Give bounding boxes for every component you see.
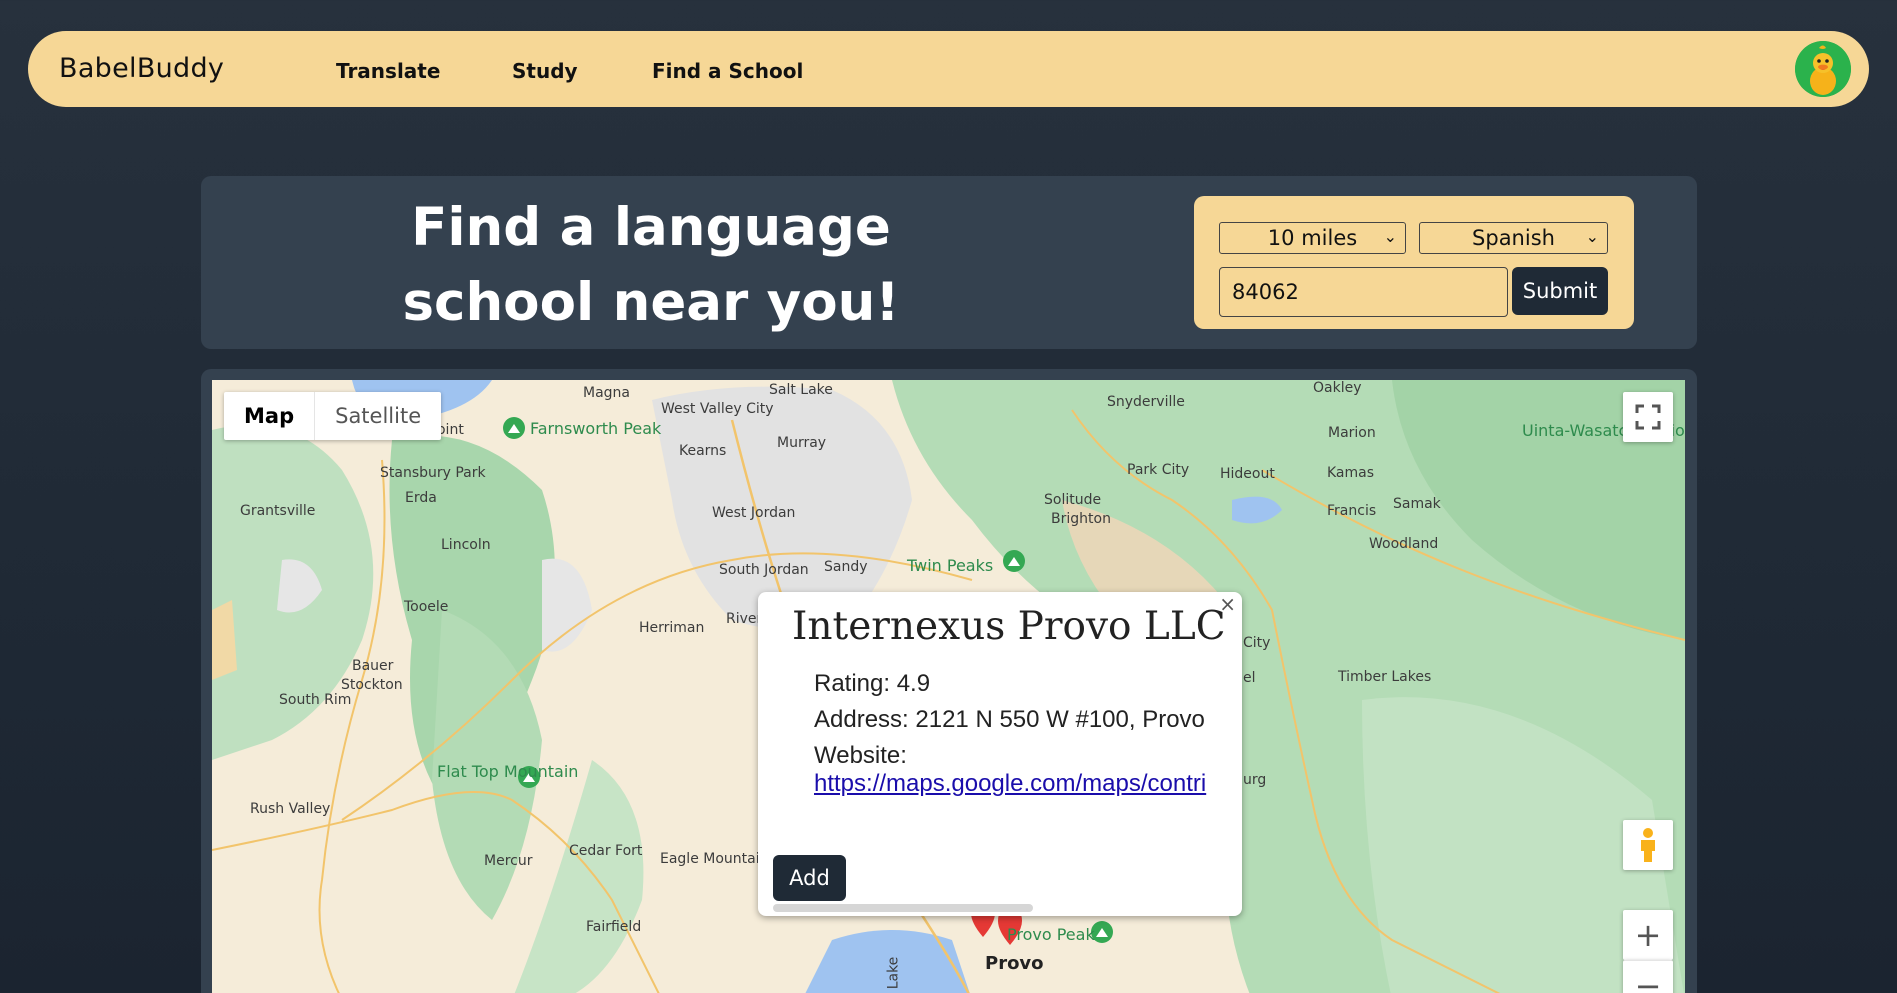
- map-label: urg: [1243, 772, 1267, 788]
- map-label: el: [1243, 670, 1256, 686]
- map-label: Rush Valley: [250, 801, 331, 817]
- map-label: Flat Top Mountain: [437, 762, 579, 781]
- map-label: Bauer: [352, 658, 394, 674]
- school-address: Address: 2121 N 550 W #100, Provo: [814, 706, 1234, 734]
- fullscreen-icon: [1635, 404, 1661, 430]
- map-label: Provo Peak: [1007, 925, 1095, 944]
- map-label: Provo: [985, 953, 1044, 974]
- zoom-in-button[interactable]: +: [1623, 910, 1673, 960]
- map-type-control: Map Satellite: [224, 392, 442, 440]
- map-label: Murray: [777, 435, 827, 451]
- info-window: × Internexus Provo LLC Rating: 4.9 Addre…: [758, 592, 1242, 916]
- chevron-down-icon: ⌄: [1383, 227, 1397, 246]
- distance-value: 10 miles: [1267, 226, 1358, 250]
- map-label: Francis: [1327, 503, 1377, 519]
- map-label: Snyderville: [1107, 394, 1185, 410]
- map-label: South Jordan: [719, 562, 809, 578]
- street-view-button[interactable]: [1623, 820, 1673, 870]
- submit-button[interactable]: Submit: [1512, 267, 1608, 315]
- fullscreen-button[interactable]: [1623, 392, 1673, 442]
- avatar[interactable]: [1795, 41, 1851, 97]
- map-label: Stockton: [341, 677, 403, 693]
- map-label: Timber Lakes: [1338, 669, 1432, 685]
- chevron-down-icon: ⌄: [1585, 227, 1599, 246]
- pegman-icon: [1641, 828, 1655, 862]
- zip-input[interactable]: 84062: [1219, 267, 1508, 317]
- map-type-map[interactable]: Map: [224, 392, 314, 440]
- map-label: Fairfield: [586, 919, 642, 935]
- add-button[interactable]: Add: [773, 855, 846, 901]
- map-label: Kamas: [1327, 465, 1375, 481]
- map-label: Eagle Mountain: [660, 851, 769, 867]
- search-form: 10 miles ⌄ Spanish ⌄ 84062 Submit: [1194, 196, 1634, 329]
- map-label: Sandy: [824, 559, 868, 575]
- map-label: Stansbury Park: [380, 465, 486, 481]
- map-label: Grantsville: [240, 503, 316, 519]
- map-label: Samak: [1393, 496, 1441, 512]
- map-label: Mercur: [484, 853, 533, 869]
- map-label: Hideout: [1220, 466, 1275, 482]
- navbar: BabelBuddy Translate Study Find a School: [28, 31, 1869, 107]
- nav-find-school[interactable]: Find a School: [652, 59, 803, 83]
- school-rating: Rating: 4.9: [814, 670, 1234, 698]
- map-label: Solitude: [1044, 492, 1102, 508]
- language-select[interactable]: Spanish ⌄: [1419, 222, 1608, 254]
- map-label: Tooele: [404, 599, 449, 615]
- map-label: Lake: [885, 956, 902, 990]
- map-label: Herriman: [639, 620, 705, 636]
- map-label: Lincoln: [441, 537, 491, 553]
- map-type-satellite[interactable]: Satellite: [314, 392, 441, 440]
- nav-study[interactable]: Study: [512, 59, 578, 83]
- map-label: Marion: [1328, 425, 1376, 441]
- map-label: Salt Lake: [769, 382, 833, 398]
- map-label: City: [1243, 635, 1271, 651]
- map-label: River: [726, 611, 763, 627]
- map-label: Oakley: [1313, 380, 1362, 396]
- map-label: South Rim: [279, 692, 352, 708]
- school-website: Website: https://maps.google.com/maps/co…: [814, 742, 1234, 798]
- nav-translate[interactable]: Translate: [336, 59, 440, 83]
- brand-logo[interactable]: BabelBuddy: [59, 53, 224, 84]
- school-details: Rating: 4.9 Address: 2121 N 550 W #100, …: [814, 670, 1234, 806]
- map-label: Woodland: [1369, 536, 1439, 552]
- website-link[interactable]: https://maps.google.com/maps/contri: [814, 770, 1206, 797]
- map-label: Park City: [1127, 462, 1190, 478]
- page-title: Find a language school near you!: [402, 197, 900, 333]
- map-label: Farnsworth Peak: [530, 419, 662, 438]
- map-label: Cedar Fort: [569, 843, 643, 859]
- map-label: West Valley City: [661, 401, 774, 417]
- map-label: Magna: [583, 385, 630, 401]
- scrollbar[interactable]: [773, 904, 1033, 912]
- duck-icon: [1795, 41, 1851, 97]
- language-value: Spanish: [1472, 226, 1555, 250]
- map-label: Erda: [405, 490, 437, 506]
- map-label: Twin Peaks: [907, 556, 994, 575]
- map-label: Kearns: [679, 443, 727, 459]
- map-label: West Jordan: [712, 505, 796, 521]
- map-label: Brighton: [1051, 511, 1111, 527]
- school-name: Internexus Provo LLC: [792, 604, 1226, 649]
- zoom-out-button[interactable]: −: [1623, 960, 1673, 993]
- distance-select[interactable]: 10 miles ⌄: [1219, 222, 1406, 254]
- website-label: Website:: [814, 742, 907, 769]
